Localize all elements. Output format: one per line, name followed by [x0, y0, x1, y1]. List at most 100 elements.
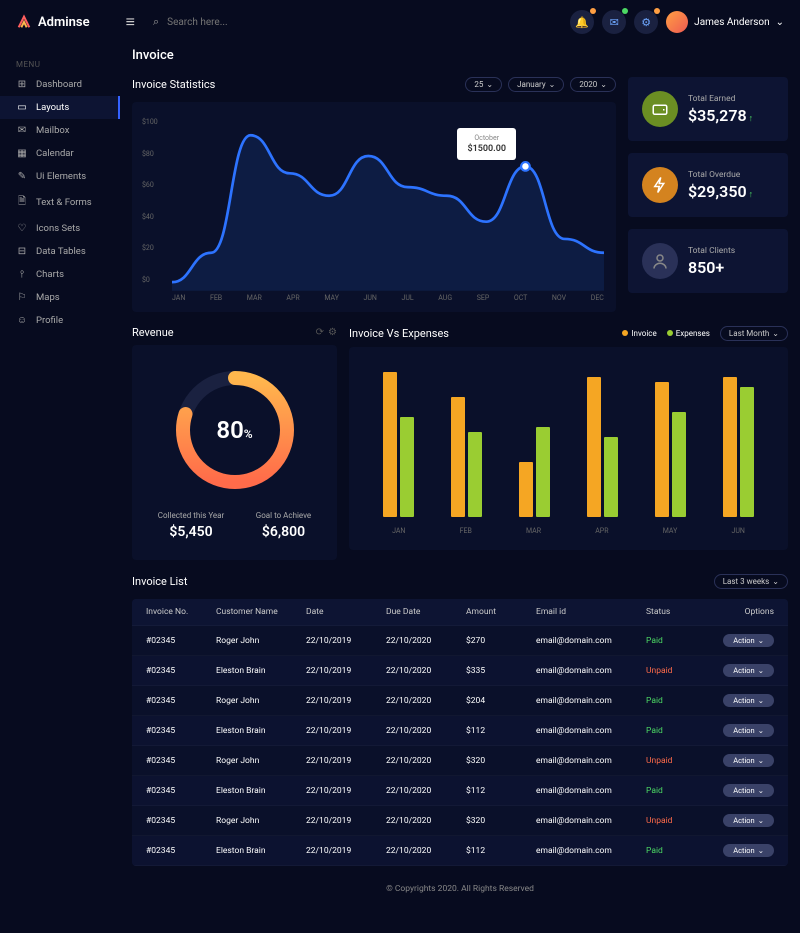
- goal-value: $6,800: [256, 524, 311, 540]
- table-header-row: Invoice No. Customer Name Date Due Date …: [132, 599, 788, 626]
- revenue-title: Revenue: [132, 326, 174, 339]
- vs-title: Invoice Vs Expenses: [349, 327, 449, 340]
- bar-expenses: [400, 417, 414, 517]
- nav-label: Ui Elements: [36, 171, 86, 182]
- sidebar-item-profile[interactable]: ☺Profile: [0, 309, 120, 332]
- sidebar-item-mailbox[interactable]: ✉ Mailbox: [0, 119, 120, 142]
- nav-icon: ✉: [16, 125, 28, 136]
- sidebar-item-maps[interactable]: ⚐ Maps: [0, 286, 120, 309]
- action-button[interactable]: Action ⌄: [723, 664, 774, 677]
- table-row: #02345Roger John22/10/201922/10/2020$204…: [132, 686, 788, 716]
- nav-icon: ⚐: [16, 292, 28, 303]
- bolt-icon: [642, 167, 678, 203]
- collected-value: $5,450: [158, 524, 224, 540]
- action-button[interactable]: Action ⌄: [723, 694, 774, 707]
- table-row: #02345Roger John22/10/201922/10/2020$320…: [132, 746, 788, 776]
- month-select[interactable]: January⌄: [508, 77, 564, 92]
- kpi-total-clients: Total Clients850+: [628, 229, 788, 293]
- brand-logo[interactable]: Adminse: [16, 14, 90, 30]
- refresh-icon[interactable]: ⟳: [316, 327, 324, 338]
- list-filter[interactable]: Last 3 weeks⌄: [714, 574, 788, 589]
- sidebar-title: MENU: [0, 56, 120, 73]
- action-button[interactable]: Action ⌄: [723, 634, 774, 647]
- nav-icon: ▦: [16, 148, 28, 159]
- logo-icon: [16, 14, 32, 30]
- action-button[interactable]: Action ⌄: [723, 754, 774, 767]
- table-row: #02345Eleston Brain22/10/201922/10/2020$…: [132, 716, 788, 746]
- line-chart: $100$80$60$40$20$0 October $1500.00 JANF…: [132, 102, 616, 312]
- chevron-down-icon: ⌄: [776, 17, 784, 28]
- footer: © Copyrights 2020. All Rights Reserved: [132, 866, 788, 912]
- invoice-list-title: Invoice List: [132, 575, 187, 588]
- user-icon: [642, 243, 678, 279]
- chevron-down-icon: ⌄: [758, 636, 764, 645]
- nav-icon: ♡: [16, 223, 28, 234]
- nav-icon: ⫯: [16, 269, 28, 280]
- bar-invoice: [723, 377, 737, 517]
- chevron-down-icon: ⌄: [758, 756, 764, 765]
- table-row: #02345Roger John22/10/201922/10/2020$320…: [132, 806, 788, 836]
- bar-invoice: [519, 462, 533, 517]
- search[interactable]: ⌕: [153, 15, 307, 29]
- sidebar-item-charts[interactable]: ⫯Charts: [0, 263, 120, 286]
- vs-filter[interactable]: Last Month⌄: [720, 326, 788, 341]
- chevron-down-icon: ⌄: [758, 816, 764, 825]
- nav-label: Layouts: [36, 102, 69, 113]
- brand-name: Adminse: [38, 15, 90, 30]
- kpi-total-overdue: Total Overdue$29,350↑: [628, 153, 788, 217]
- chevron-down-icon: ⌄: [758, 666, 764, 675]
- bar-invoice: [655, 382, 669, 517]
- nav-label: Data Tables: [36, 246, 86, 257]
- nav-label: Text & Forms: [36, 197, 92, 208]
- gear-icon[interactable]: ⚙: [328, 327, 337, 338]
- nav-label: Mailbox: [36, 125, 69, 136]
- nav-label: Maps: [36, 292, 60, 303]
- settings-button[interactable]: ⚙: [634, 10, 658, 34]
- sidebar-item-dashboard[interactable]: ⊞ Dashboard: [0, 73, 120, 96]
- table-row: #02345Eleston Brain22/10/201922/10/2020$…: [132, 776, 788, 806]
- bar-invoice: [451, 397, 465, 517]
- legend-invoice: Invoice: [622, 329, 656, 338]
- bar-invoice: [587, 377, 601, 517]
- year-select[interactable]: 2020⌄: [570, 77, 616, 92]
- chevron-down-icon: ⌄: [758, 846, 764, 855]
- sidebar-item-calendar[interactable]: ▦Calendar: [0, 142, 120, 165]
- chart-tooltip: October $1500.00: [457, 128, 516, 160]
- collected-label: Collected this Year: [158, 511, 224, 520]
- nav-label: Dashboard: [36, 79, 82, 90]
- menu-toggle-icon[interactable]: ≡: [126, 12, 135, 32]
- bar-invoice: [383, 372, 397, 517]
- bar-expenses: [740, 387, 754, 517]
- count-select[interactable]: 25⌄: [465, 77, 502, 92]
- bar-expenses: [536, 427, 550, 517]
- action-button[interactable]: Action ⌄: [723, 814, 774, 827]
- nav-icon: ☺: [16, 315, 28, 326]
- chevron-down-icon: ⌄: [758, 726, 764, 735]
- sidebar-item-layouts[interactable]: ▭ Layouts: [0, 96, 120, 119]
- action-button[interactable]: Action ⌄: [723, 784, 774, 797]
- nav-icon: ⊞: [16, 79, 28, 90]
- nav-icon: 🗎: [16, 194, 28, 211]
- messages-button[interactable]: ✉: [602, 10, 626, 34]
- line-chart-svg: [172, 118, 604, 291]
- chevron-down-icon: ⌄: [758, 696, 764, 705]
- notifications-button[interactable]: 🔔: [570, 10, 594, 34]
- chevron-down-icon: ⌄: [486, 80, 493, 89]
- chevron-down-icon: ⌄: [772, 329, 779, 338]
- search-input[interactable]: [167, 17, 307, 28]
- sidebar-item-data-tables[interactable]: ⊟Data Tables: [0, 240, 120, 263]
- sidebar-item-icons-sets[interactable]: ♡ Icons Sets: [0, 217, 120, 240]
- invoice-table: Invoice No. Customer Name Date Due Date …: [132, 599, 788, 866]
- sidebar: MENU ⊞ Dashboard ▭ Layouts ✉ Mailbox ▦Calendar…: [0, 44, 120, 932]
- revenue-donut: 80%: [170, 365, 300, 495]
- stats-title: Invoice Statistics: [132, 78, 215, 91]
- nav-icon: ▭: [16, 102, 28, 113]
- action-button[interactable]: Action ⌄: [723, 724, 774, 737]
- sidebar-item-text-&-forms[interactable]: 🗎 Text & Forms: [0, 188, 120, 217]
- sidebar-item-ui-elements[interactable]: ✎Ui Elements: [0, 165, 120, 188]
- table-row: #02345Roger John22/10/201922/10/2020$270…: [132, 626, 788, 656]
- user-menu[interactable]: James Anderson ⌄: [666, 11, 784, 33]
- bar-chart: JANFEBMARAPRMAYJUN: [349, 347, 788, 550]
- nav-label: Icons Sets: [36, 223, 80, 234]
- action-button[interactable]: Action ⌄: [723, 844, 774, 857]
